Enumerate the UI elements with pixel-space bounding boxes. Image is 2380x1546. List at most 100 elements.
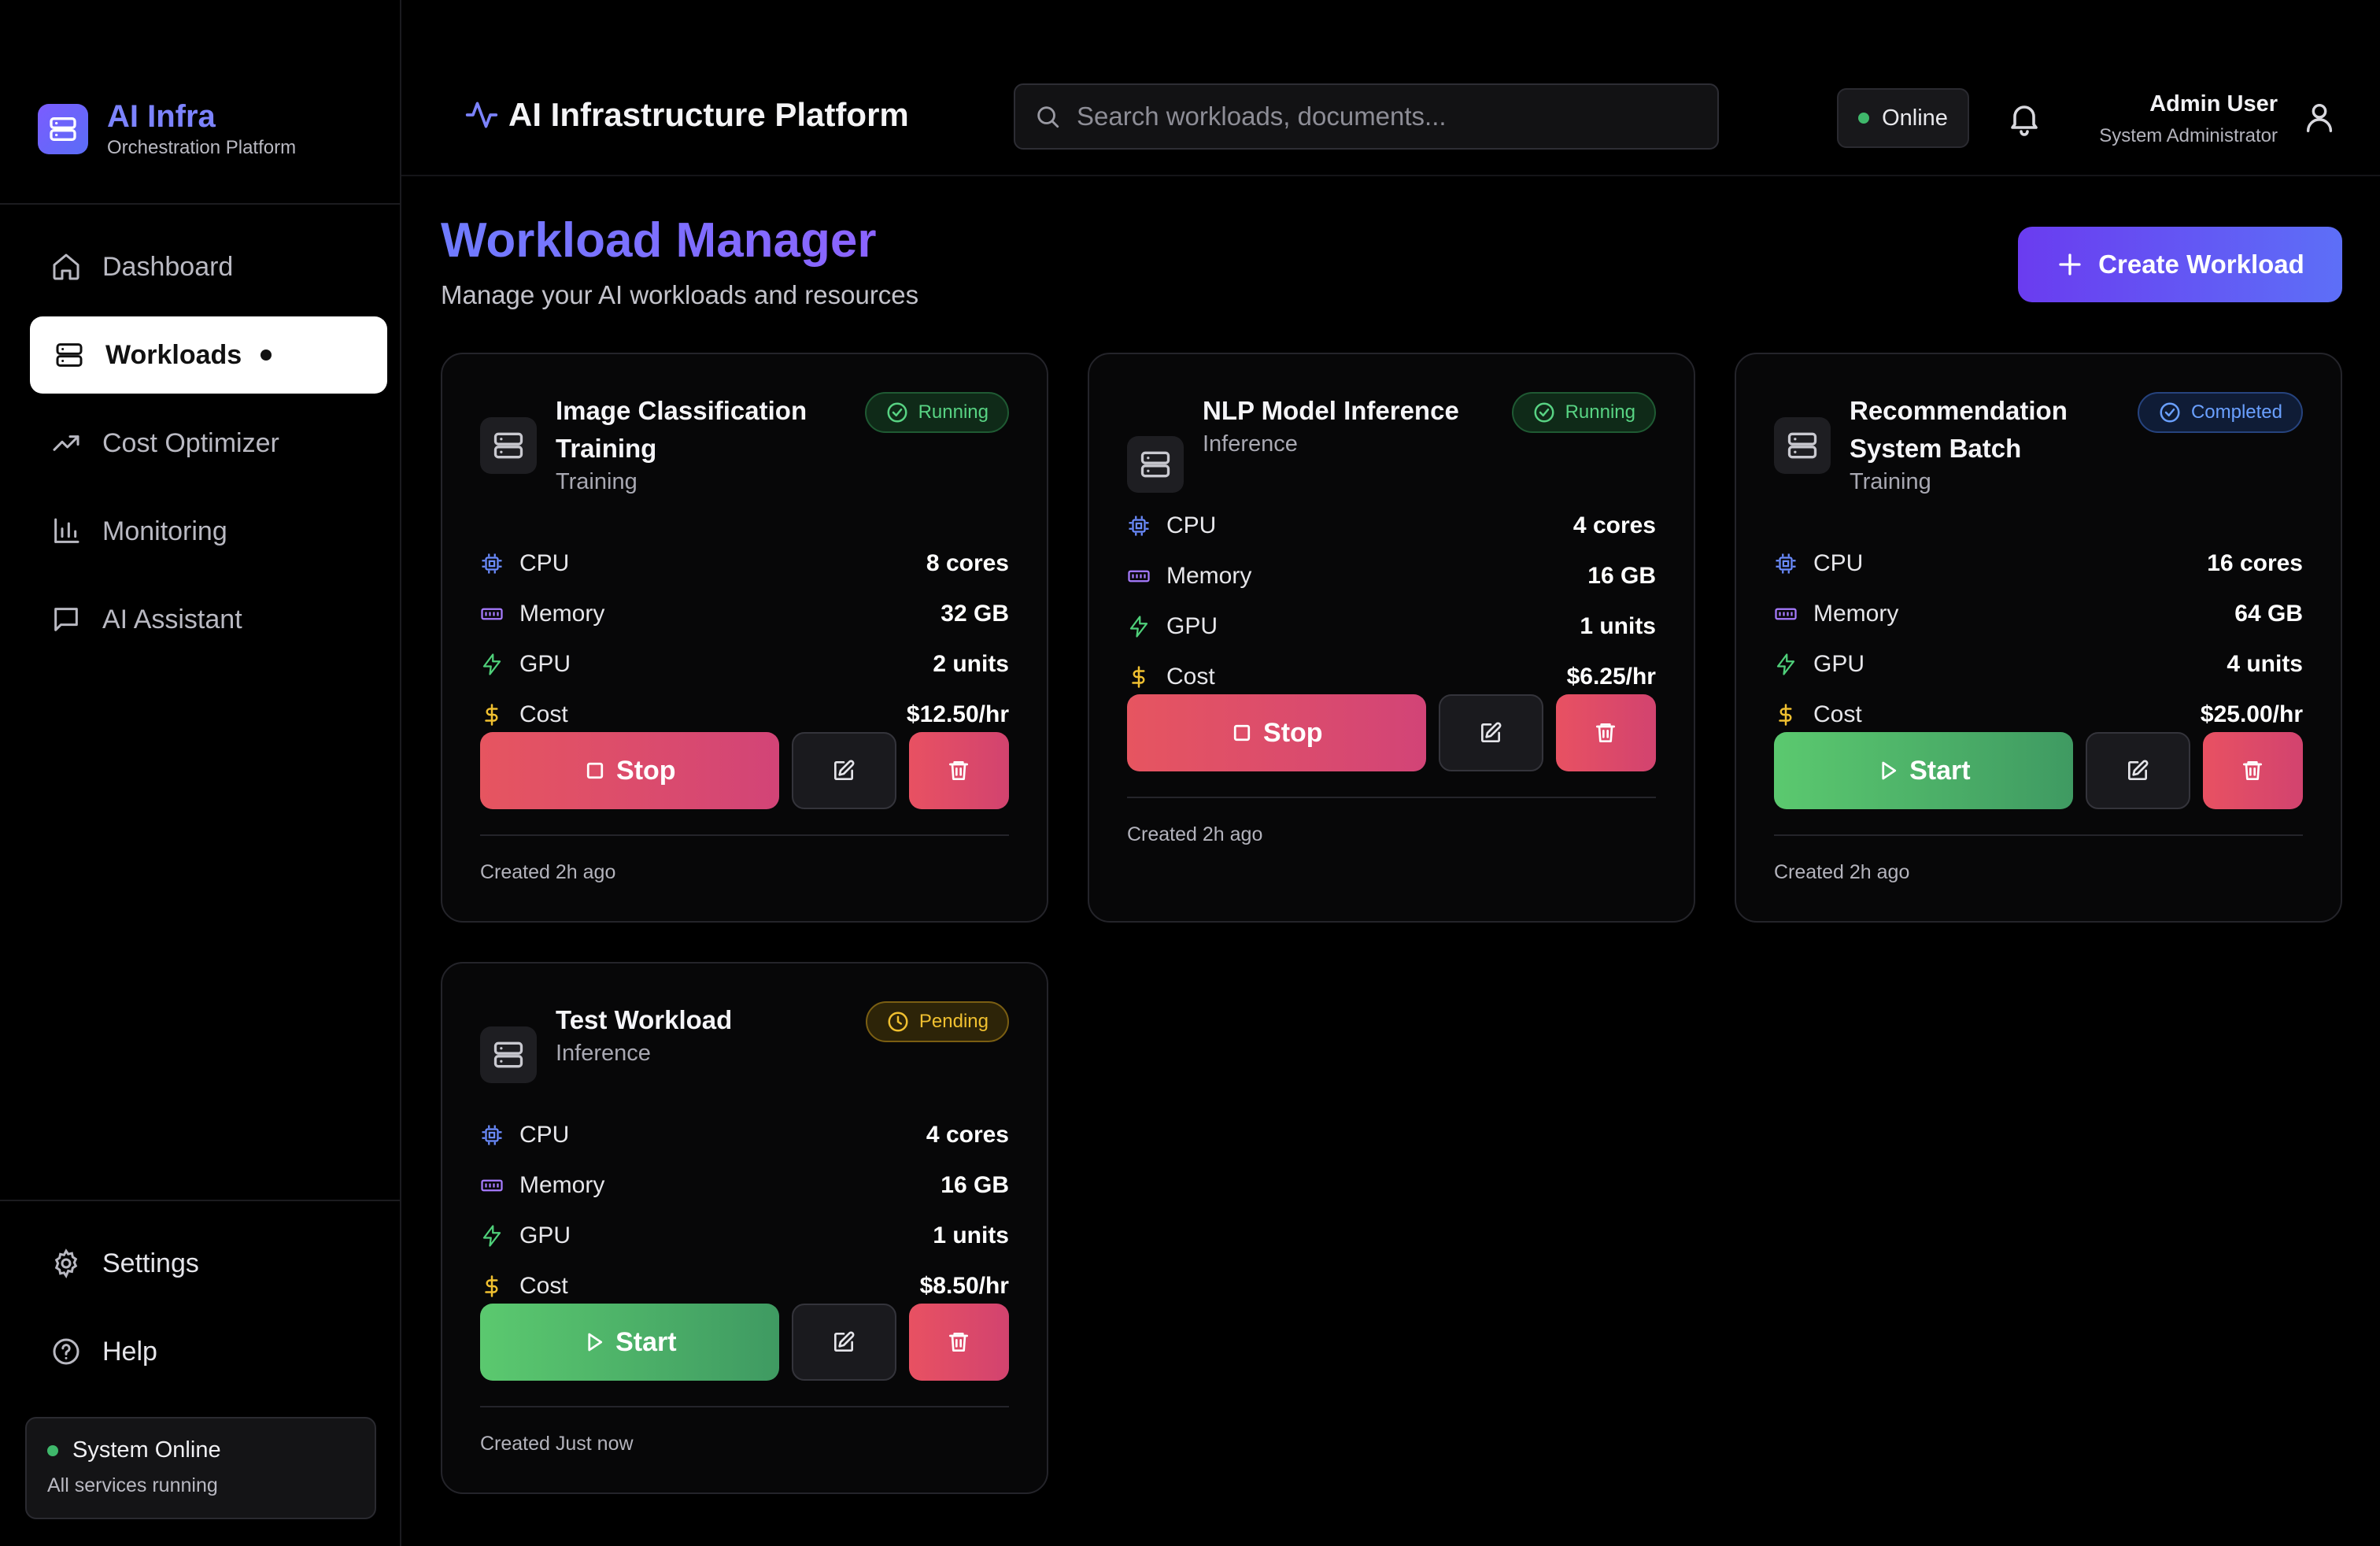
cost-value: $25.00/hr — [2200, 701, 2303, 727]
resource-row-cpu: CPU 8 cores — [480, 538, 1009, 589]
resource-label: CPU — [1813, 550, 1864, 576]
sidebar-item-label: Monitoring — [102, 516, 227, 546]
sidebar-item-settings[interactable]: Settings — [30, 1225, 387, 1302]
sidebar: AI Infra Orchestration Platform Dashboar… — [0, 0, 401, 1546]
sidebar-item-label: Help — [102, 1336, 157, 1367]
create-workload-button[interactable]: Create Workload — [2018, 227, 2342, 302]
edit-button[interactable] — [1438, 694, 1543, 771]
memory-icon — [481, 1179, 503, 1192]
stop-button[interactable]: Stop — [480, 732, 779, 809]
square-stop-icon — [586, 762, 604, 779]
platform-title-text: AI Infrastructure Platform — [508, 96, 909, 133]
card-actions: Stop — [1127, 694, 1656, 771]
brand[interactable]: AI Infra Orchestration Platform — [38, 99, 296, 159]
sidebar-divider — [0, 203, 401, 205]
sidebar-item-label: Cost Optimizer — [102, 427, 279, 458]
bottom-nav: Settings Help — [30, 1225, 387, 1401]
lightning-icon — [482, 653, 501, 675]
dollar-icon — [485, 704, 498, 726]
created-time: Created 2h ago — [1774, 861, 1910, 883]
active-indicator-dot — [261, 350, 272, 361]
stop-button[interactable]: Stop — [1127, 694, 1426, 771]
system-status-subtitle: All services running — [47, 1474, 218, 1496]
play-icon — [588, 1333, 603, 1352]
status-badge-text: Pending — [918, 1011, 989, 1032]
workload-type: Inference — [556, 1040, 651, 1066]
brand-title: AI Infra — [107, 99, 216, 134]
home-icon — [53, 253, 79, 280]
workload-card: Recommendation System Batch Training Com… — [1735, 353, 2342, 923]
server-icon — [480, 417, 537, 474]
trash-icon — [949, 1333, 969, 1352]
sidebar-item-monitoring[interactable]: Monitoring — [30, 493, 387, 570]
memory-value: 16 GB — [1587, 563, 1656, 589]
edit-button[interactable] — [791, 732, 896, 809]
resource-label: Cost — [519, 1273, 568, 1299]
user-icon[interactable] — [2301, 99, 2338, 135]
online-dot — [1858, 113, 1870, 124]
resource-label: Memory — [519, 1172, 605, 1198]
sidebar-item-dashboard[interactable]: Dashboard — [30, 228, 387, 305]
resource-label: GPU — [519, 1222, 571, 1248]
delete-button[interactable] — [908, 732, 1009, 809]
create-workload-label: Create Workload — [2098, 250, 2304, 279]
sidebar-item-ai-assistant[interactable]: AI Assistant — [30, 581, 387, 658]
sidebar-item-label: Settings — [102, 1248, 199, 1278]
delete-button[interactable] — [908, 1304, 1009, 1381]
search-bar[interactable] — [1014, 83, 1719, 150]
search-input[interactable] — [1077, 102, 1691, 131]
online-status-text: Online — [1882, 105, 1948, 131]
delete-button[interactable] — [2202, 732, 2303, 809]
cpu-value: 4 cores — [1572, 512, 1656, 538]
resource-label: GPU — [519, 651, 571, 677]
resource-label: Cost — [1813, 701, 1862, 727]
resource-list: CPU 8 cores Memory 32 GB GPU 2 units Cos… — [480, 538, 1009, 740]
user-info[interactable]: Admin User System Administrator — [2099, 91, 2278, 147]
delete-button[interactable] — [1555, 694, 1656, 771]
edit-icon — [2128, 760, 2149, 780]
status-badge: Completed — [2137, 392, 2303, 433]
status-badge-text: Completed — [2190, 401, 2282, 423]
resource-label: GPU — [1166, 613, 1218, 639]
cpu-value: 4 cores — [926, 1122, 1009, 1148]
memory-value: 32 GB — [941, 601, 1009, 627]
resource-row-cpu: CPU 4 cores — [480, 1110, 1009, 1160]
sidebar-item-help[interactable]: Help — [30, 1313, 387, 1390]
bar-chart-icon — [54, 518, 79, 543]
workload-type: Training — [556, 468, 638, 494]
start-button[interactable]: Start — [480, 1304, 779, 1381]
memory-icon — [481, 608, 503, 620]
resource-row-memory: Memory 16 GB — [1127, 551, 1656, 601]
server-icon — [56, 343, 83, 367]
sidebar-item-cost-optimizer[interactable]: Cost Optimizer — [30, 405, 387, 482]
resource-row-gpu: GPU 1 units — [480, 1211, 1009, 1261]
status-badge-text: Running — [918, 401, 989, 423]
resource-row-gpu: GPU 2 units — [480, 639, 1009, 690]
resource-row-cpu: CPU 16 cores — [1774, 538, 2303, 589]
user-role: System Administrator — [2099, 125, 2278, 146]
server-icon — [480, 1026, 537, 1083]
card-divider — [480, 1406, 1009, 1407]
resource-list: CPU 4 cores Memory 16 GB GPU 1 units Cos… — [1127, 501, 1656, 702]
dollar-icon — [1132, 666, 1145, 688]
cost-value: $6.25/hr — [1566, 664, 1656, 690]
plus-icon — [2059, 253, 2081, 276]
resource-row-gpu: GPU 4 units — [1774, 639, 2303, 690]
resource-label: CPU — [1166, 512, 1217, 538]
activity-icon — [465, 102, 498, 128]
bell-icon[interactable] — [2005, 99, 2043, 137]
resource-label: Cost — [519, 701, 568, 727]
user-name: Admin User — [2149, 91, 2278, 117]
cost-value: $12.50/hr — [906, 701, 1009, 727]
cpu-icon — [1776, 553, 1796, 574]
dollar-icon — [485, 1275, 498, 1297]
resource-list: CPU 4 cores Memory 16 GB GPU 1 units Cos… — [480, 1110, 1009, 1311]
created-time: Created 2h ago — [1127, 823, 1263, 845]
edit-button[interactable] — [2085, 732, 2190, 809]
start-button[interactable]: Start — [1774, 732, 2073, 809]
edit-icon — [834, 760, 855, 780]
resource-label: CPU — [519, 1122, 570, 1148]
sidebar-item-workloads[interactable]: Workloads — [30, 316, 387, 394]
edit-button[interactable] — [791, 1304, 896, 1381]
workload-type: Inference — [1203, 431, 1298, 457]
